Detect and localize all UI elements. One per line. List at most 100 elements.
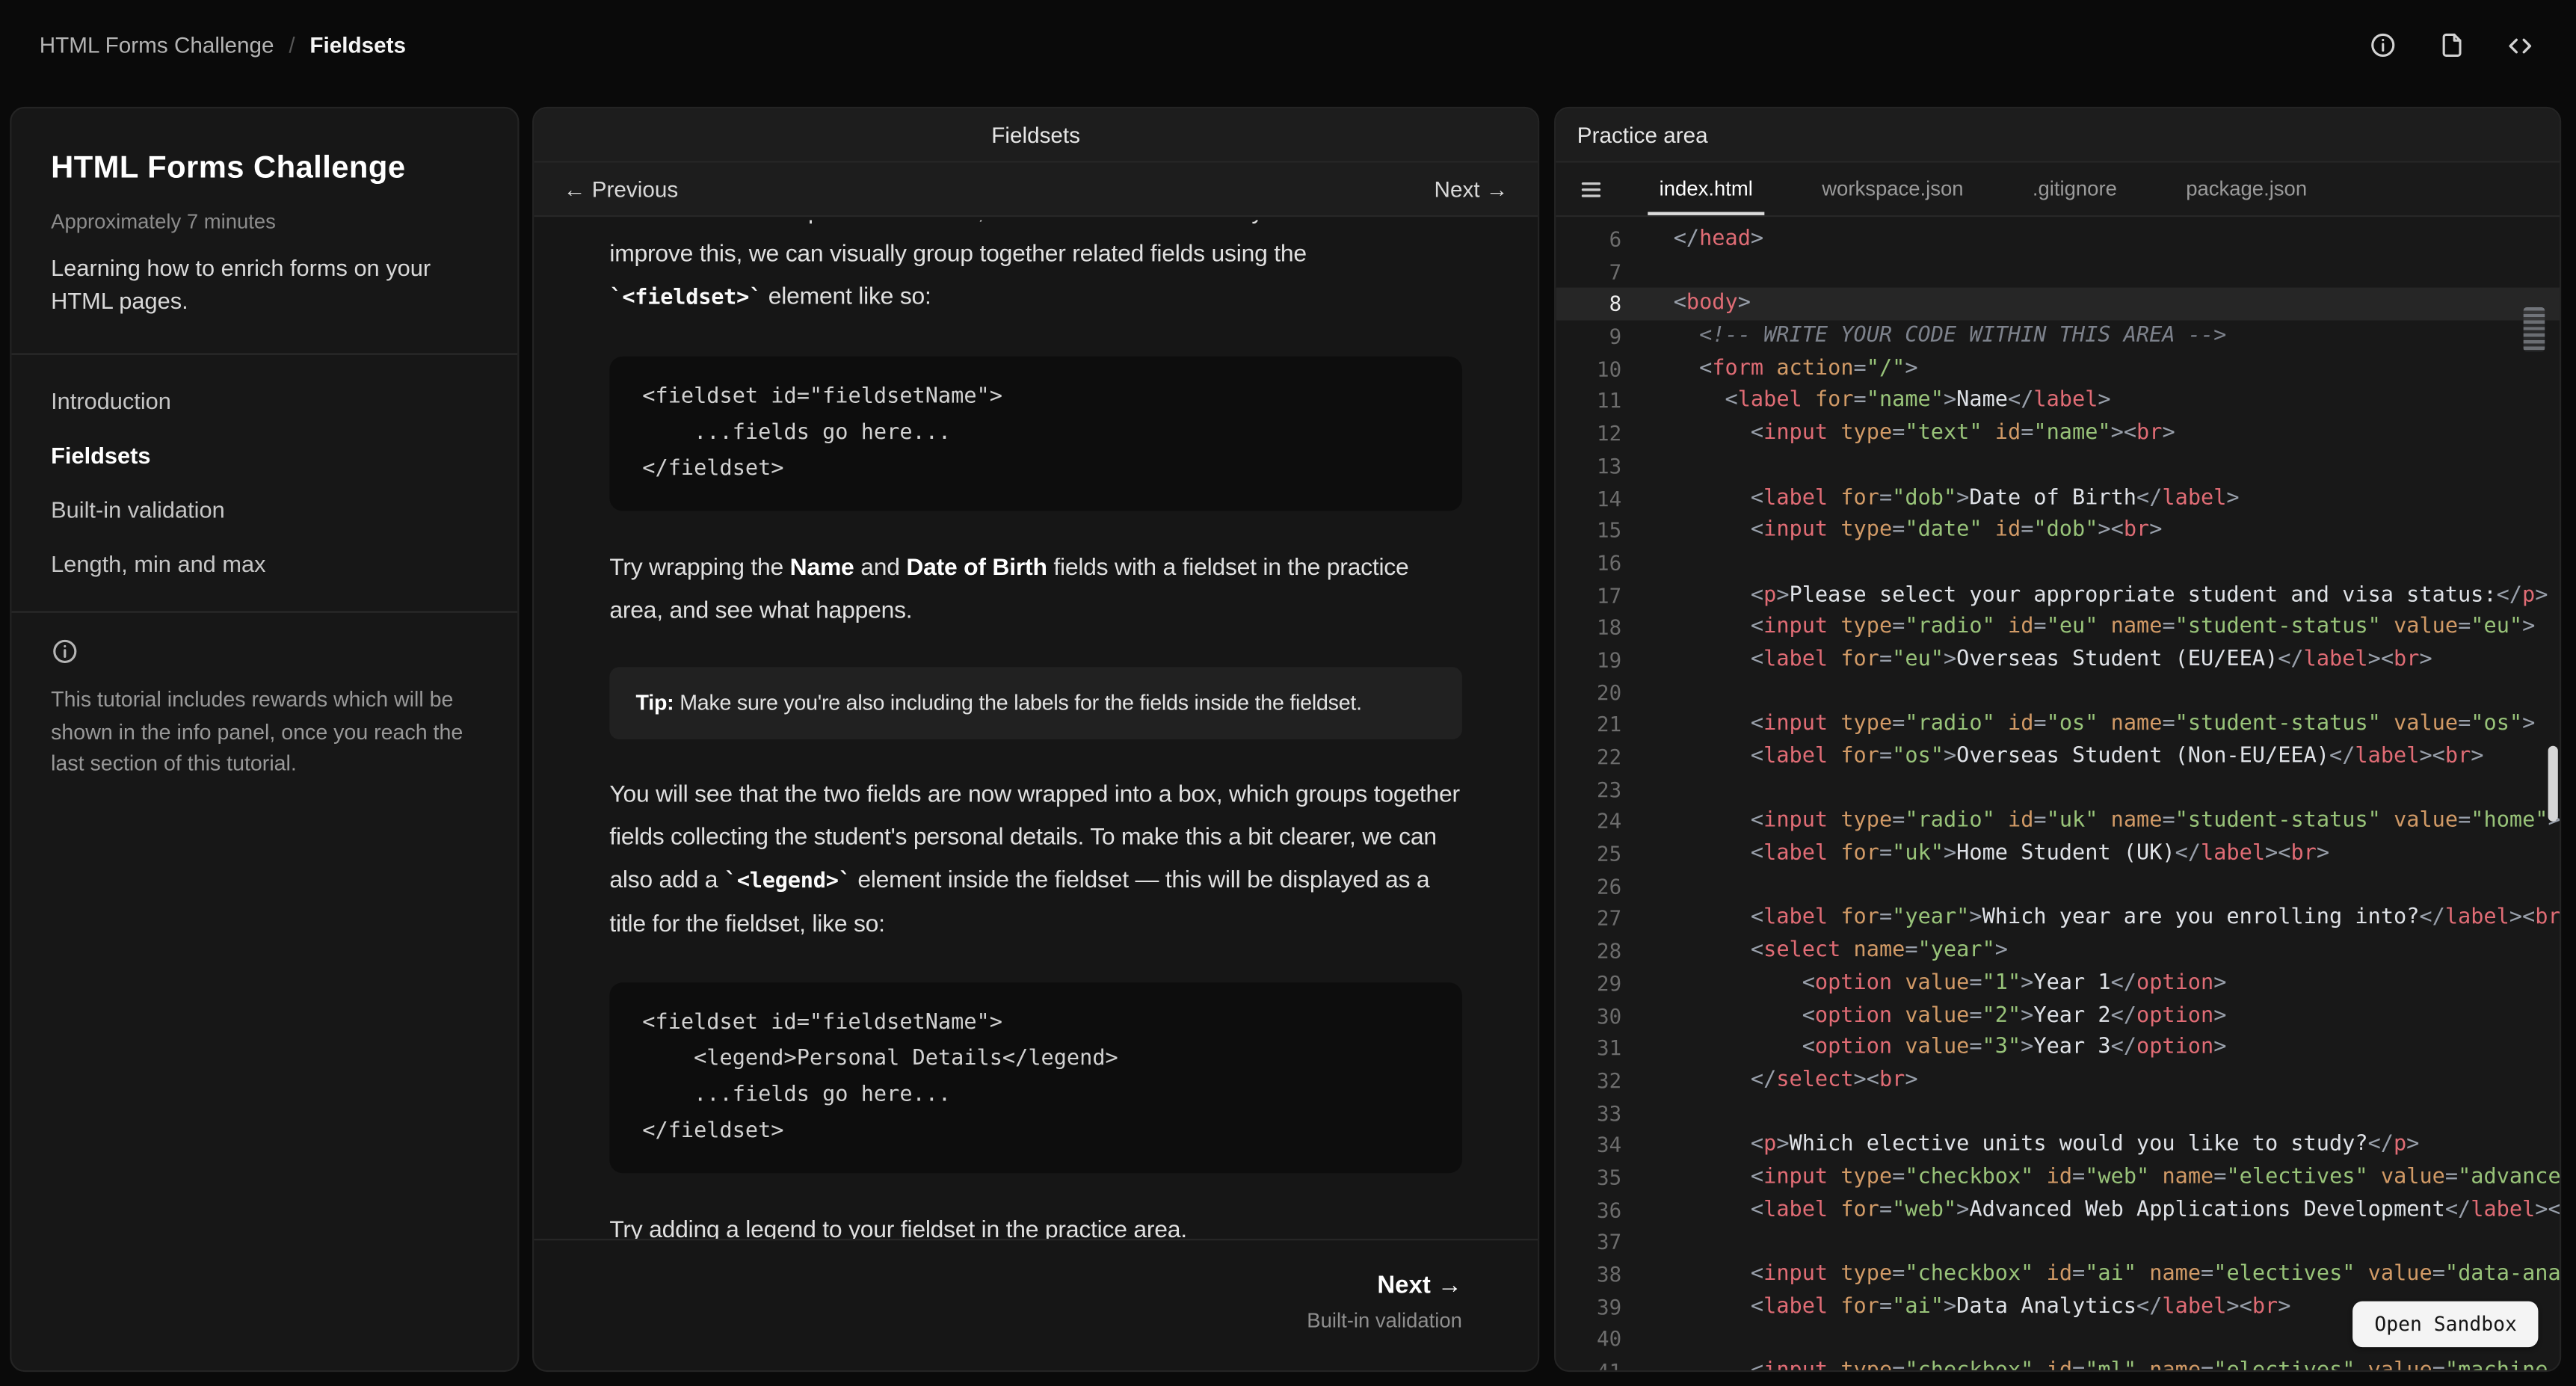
line-number: 27 bbox=[1556, 902, 1648, 934]
code-text: <label for="eu">Overseas Student (EU/EEA… bbox=[1648, 644, 2560, 676]
code-line[interactable]: 6 </head> bbox=[1556, 224, 2560, 256]
line-number: 11 bbox=[1556, 385, 1648, 417]
code-line[interactable]: 25 <label for="uk">Home Student (UK)</la… bbox=[1556, 838, 2560, 870]
paragraph-clipped-text: form now collects quite a few fields, so… bbox=[609, 220, 1462, 233]
code-text: <input type="text" id="name"><br> bbox=[1648, 417, 2560, 449]
tab-package-json[interactable]: package.json bbox=[2151, 163, 2341, 215]
open-sandbox-button[interactable]: Open Sandbox bbox=[2353, 1302, 2539, 1348]
code-line[interactable]: 22 <label for="os">Overseas Student (Non… bbox=[1556, 741, 2560, 773]
code-line[interactable]: 28 <select name="year"> bbox=[1556, 935, 2560, 967]
code-text: <!-- WRITE YOUR CODE WITHIN THIS AREA --… bbox=[1648, 321, 2560, 353]
previous-button[interactable]: ← Previous bbox=[564, 176, 678, 201]
code-line[interactable]: 20 bbox=[1556, 677, 2560, 709]
code-line[interactable]: 15 <input type="date" id="dob"><br> bbox=[1556, 514, 2560, 546]
code-line[interactable]: 17 <p>Please select your appropriate stu… bbox=[1556, 579, 2560, 612]
code-text: <p>Please select your appropriate studen… bbox=[1648, 579, 2560, 612]
line-number: 28 bbox=[1556, 935, 1648, 967]
inline-code: `<legend>` bbox=[724, 869, 851, 894]
line-number: 16 bbox=[1556, 547, 1648, 579]
tip-box: Tip: Make sure you're also including the… bbox=[609, 667, 1462, 739]
sidebar-item-built-in-validation[interactable]: Built-in validation bbox=[51, 481, 478, 536]
tab-workspace-json[interactable]: workspace.json bbox=[1787, 163, 1998, 215]
code-line[interactable]: 27 <label for="year">Which year are you … bbox=[1556, 902, 2560, 934]
paragraph-clipped: form now collects quite a few fields, so… bbox=[609, 220, 1462, 233]
line-number: 26 bbox=[1556, 870, 1648, 902]
code-line[interactable]: 23 bbox=[1556, 773, 2560, 805]
file-menu-button[interactable] bbox=[1556, 163, 1624, 215]
text-run: Make sure you're also including the labe… bbox=[674, 690, 1362, 715]
code-icon bbox=[2505, 31, 2535, 61]
editor-scrollbar[interactable] bbox=[2545, 220, 2560, 1370]
code-text: <p>Which elective units would you like t… bbox=[1648, 1129, 2560, 1161]
tutorial-description: Learning how to enrich forms on your HTM… bbox=[51, 253, 478, 317]
code-line[interactable]: 16 bbox=[1556, 547, 2560, 579]
footer-next-button[interactable]: Next → bbox=[1377, 1272, 1462, 1299]
code-text bbox=[1648, 547, 2560, 579]
bold-text: Tip: bbox=[636, 690, 674, 715]
code-line[interactable]: 41 <input type="checkbox" id="ml" name="… bbox=[1556, 1355, 2560, 1370]
line-number: 19 bbox=[1556, 644, 1648, 676]
file-icon bbox=[2437, 31, 2465, 59]
code-line[interactable]: 11 <label for="name">Name</label> bbox=[1556, 385, 2560, 417]
code-text: <label for="dob">Date of Birth</label> bbox=[1648, 482, 2560, 514]
code-text: <label for="uk">Home Student (UK)</label… bbox=[1648, 838, 2560, 870]
code-line[interactable]: 8 <body> bbox=[1556, 288, 2560, 320]
code-line[interactable]: 36 <label for="web">Advanced Web Applica… bbox=[1556, 1194, 2560, 1226]
code-line[interactable]: 12 <input type="text" id="name"><br> bbox=[1556, 417, 2560, 449]
topbar-actions bbox=[2366, 28, 2537, 61]
sidebar-item-introduction[interactable]: Introduction bbox=[51, 373, 478, 428]
line-number: 8 bbox=[1556, 288, 1648, 320]
line-number: 10 bbox=[1556, 353, 1648, 385]
code-line[interactable]: 35 <input type="checkbox" id="web" name=… bbox=[1556, 1162, 2560, 1194]
line-number: 39 bbox=[1556, 1291, 1648, 1323]
code-line[interactable]: 31 <option value="3">Year 3</option> bbox=[1556, 1032, 2560, 1065]
code-line[interactable]: 9 <!-- WRITE YOUR CODE WITHIN THIS AREA … bbox=[1556, 321, 2560, 353]
line-number: 35 bbox=[1556, 1162, 1648, 1194]
code-line[interactable]: 24 <input type="radio" id="uk" name="stu… bbox=[1556, 806, 2560, 838]
sidebar-item-length-min-and-max[interactable]: Length, min and max bbox=[51, 535, 478, 590]
code-editor[interactable]: 6 </head>78 <body>9 <!-- WRITE YOUR CODE… bbox=[1556, 220, 2560, 1370]
editor-tabbar: index.htmlworkspace.json.gitignorepackag… bbox=[1556, 163, 2560, 218]
code-text: <body> bbox=[1648, 288, 2560, 320]
line-number: 13 bbox=[1556, 450, 1648, 482]
info-circle-icon bbox=[51, 638, 78, 665]
code-text: <input type="checkbox" id="web" name="el… bbox=[1648, 1162, 2560, 1194]
footer-next-target: Built-in validation bbox=[609, 1310, 1462, 1333]
tab-list: index.htmlworkspace.json.gitignorepackag… bbox=[1625, 163, 2342, 215]
line-number: 18 bbox=[1556, 612, 1648, 644]
code-line[interactable]: 30 <option value="2">Year 2</option> bbox=[1556, 1000, 2560, 1032]
code-line[interactable]: 29 <option value="1">Year 1</option> bbox=[1556, 967, 2560, 1000]
next-button[interactable]: Next → bbox=[1435, 176, 1509, 201]
minimap[interactable] bbox=[2524, 307, 2545, 351]
code-button[interactable] bbox=[2503, 28, 2536, 61]
code-line[interactable]: 10 <form action="/"> bbox=[1556, 353, 2560, 385]
paragraph: You will see that the two fields are now… bbox=[609, 774, 1462, 946]
code-line[interactable]: 33 bbox=[1556, 1097, 2560, 1129]
tab-gitignore[interactable]: .gitignore bbox=[1998, 163, 2151, 215]
code-line[interactable]: 26 bbox=[1556, 870, 2560, 902]
code-line[interactable]: 38 <input type="checkbox" id="ai" name="… bbox=[1556, 1258, 2560, 1290]
tab-index-html[interactable]: index.html bbox=[1625, 163, 1788, 215]
breadcrumb-root-link[interactable]: HTML Forms Challenge bbox=[40, 33, 274, 58]
file-button[interactable] bbox=[2435, 28, 2468, 61]
sidebar-item-fieldsets[interactable]: Fieldsets bbox=[51, 427, 478, 481]
code-line[interactable]: 21 <input type="radio" id="os" name="stu… bbox=[1556, 709, 2560, 741]
code-line[interactable]: 32 </select><br> bbox=[1556, 1065, 2560, 1097]
code-text: <option value="1">Year 1</option> bbox=[1648, 967, 2560, 1000]
tutorial-nav: IntroductionFieldsetsBuilt-in validation… bbox=[51, 373, 478, 590]
line-number: 30 bbox=[1556, 1000, 1648, 1032]
code-line[interactable]: 34 <p>Which elective units would you lik… bbox=[1556, 1129, 2560, 1161]
code-line[interactable]: 7 bbox=[1556, 256, 2560, 288]
code-line[interactable]: 13 bbox=[1556, 450, 2560, 482]
code-text: <label for="name">Name</label> bbox=[1648, 385, 2560, 417]
code-snippet: <fieldset id="fieldsetName"> ...fields g… bbox=[609, 357, 1462, 511]
code-text bbox=[1648, 450, 2560, 482]
code-line[interactable]: 14 <label for="dob">Date of Birth</label… bbox=[1556, 482, 2560, 514]
line-number: 6 bbox=[1556, 224, 1648, 256]
info-button[interactable] bbox=[2366, 28, 2399, 61]
code-line[interactable]: 18 <input type="radio" id="eu" name="stu… bbox=[1556, 612, 2560, 644]
code-line[interactable]: 19 <label for="eu">Overseas Student (EU/… bbox=[1556, 644, 2560, 676]
scrollbar-thumb[interactable] bbox=[2548, 746, 2557, 822]
code-line[interactable]: 37 bbox=[1556, 1226, 2560, 1258]
line-number: 32 bbox=[1556, 1065, 1648, 1097]
